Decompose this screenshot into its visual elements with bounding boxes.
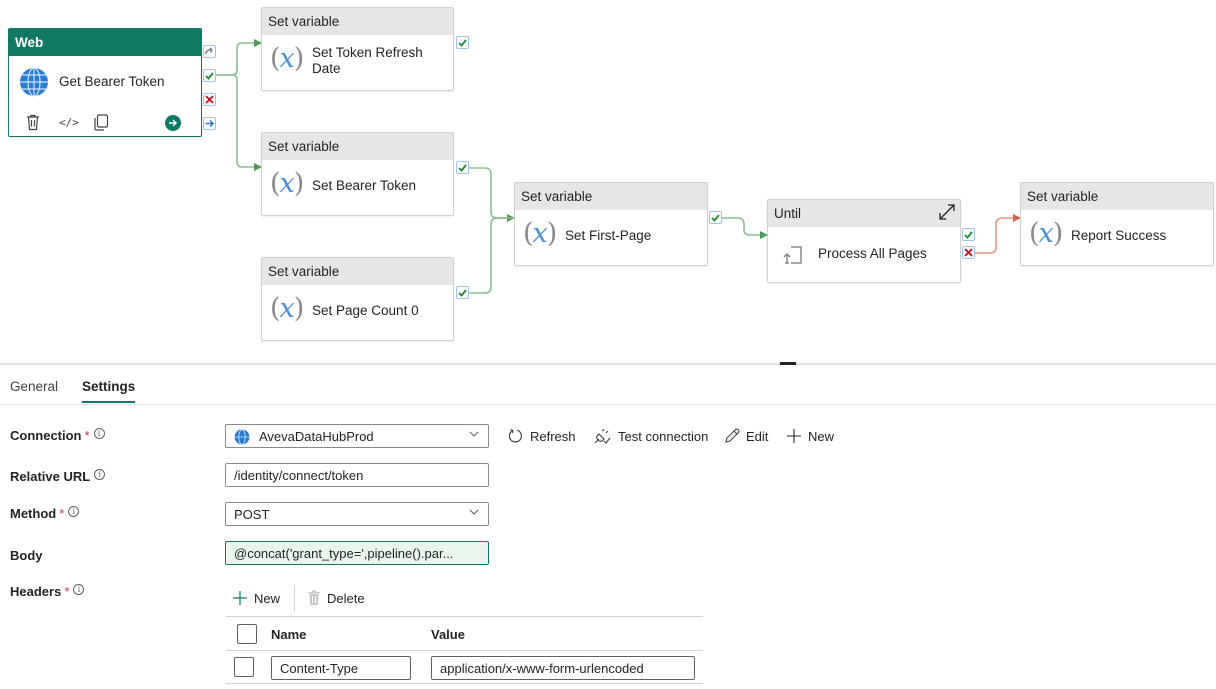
port-success[interactable] xyxy=(456,161,469,174)
required-marker: * xyxy=(64,584,70,599)
expand-icon[interactable] xyxy=(938,203,956,221)
headers-label: Headers * i xyxy=(10,584,85,599)
activity-type-label: Set variable xyxy=(262,8,453,35)
copy-icon[interactable] xyxy=(93,114,109,134)
column-header-value: Value xyxy=(431,627,465,642)
edge-until-to-report-success xyxy=(975,214,1021,254)
variable-icon: (x) xyxy=(270,293,304,324)
delete-header-button[interactable]: Delete xyxy=(307,590,365,606)
tab-general[interactable]: General xyxy=(10,379,58,403)
port-failure[interactable] xyxy=(962,246,975,259)
test-connection-button[interactable]: Test connection xyxy=(594,428,708,444)
body-expression-input[interactable]: @concat('grant_type=',pipeline().par... xyxy=(225,541,489,565)
activity-until-process-all-pages[interactable]: Until Process All Pages xyxy=(767,199,961,283)
port-success[interactable] xyxy=(203,69,216,82)
activity-name: Set First-Page xyxy=(565,228,652,243)
info-icon[interactable]: i xyxy=(73,584,85,595)
activity-name: Set Token Refresh Date xyxy=(312,45,423,76)
headers-toolbar: New Delete xyxy=(232,583,365,613)
required-marker: * xyxy=(84,428,90,443)
activity-web-get-bearer-token[interactable]: Web Get Bearer Token </> xyxy=(8,28,202,137)
connection-select[interactable]: AvevaDataHubProd xyxy=(225,424,489,448)
method-label: Method * i xyxy=(10,506,80,521)
activity-name: Set Page Count 0 xyxy=(312,303,419,318)
refresh-icon xyxy=(508,428,523,443)
edge-web-to-token-refresh xyxy=(216,39,262,76)
port-success[interactable] xyxy=(709,211,722,224)
activity-type-label: Set variable xyxy=(1021,183,1213,210)
activity-name: Set Bearer Token xyxy=(312,178,417,193)
port-completion[interactable] xyxy=(203,117,216,130)
activity-type-label: Until xyxy=(768,200,960,227)
relative-url-label: Relative URL i xyxy=(10,469,106,484)
edge-first-page-to-until xyxy=(722,217,768,239)
port-success[interactable] xyxy=(962,228,975,241)
new-header-button[interactable]: New xyxy=(232,590,280,606)
method-value: POST xyxy=(234,507,270,522)
properties-tabs: General Settings xyxy=(0,365,1216,405)
code-icon[interactable]: </> xyxy=(59,116,79,129)
activity-set-bearer-token[interactable]: Set variable (x) Set Bearer Token xyxy=(261,132,454,216)
activity-set-first-page[interactable]: Set variable (x) Set First-Page xyxy=(514,182,708,266)
header-name-input[interactable]: Content-Type xyxy=(271,656,411,680)
body-label: Body xyxy=(10,548,43,563)
chevron-down-icon xyxy=(468,506,480,521)
info-icon[interactable]: i xyxy=(94,469,106,480)
delete-icon[interactable] xyxy=(25,114,41,134)
plus-icon xyxy=(233,591,247,605)
required-marker: * xyxy=(59,506,65,521)
variable-icon: (x) xyxy=(270,168,304,199)
connection-value: AvevaDataHubProd xyxy=(259,429,374,444)
new-connection-button[interactable]: New xyxy=(786,428,834,444)
tab-settings[interactable]: Settings xyxy=(82,379,136,403)
select-all-checkbox[interactable] xyxy=(237,624,257,644)
info-icon[interactable]: i xyxy=(93,428,105,439)
activity-type-label: Web xyxy=(9,29,201,56)
globe-icon xyxy=(19,67,49,100)
delete-icon xyxy=(308,590,321,605)
port-failure[interactable] xyxy=(203,93,216,106)
activity-report-success[interactable]: Set variable (x) Report Success xyxy=(1020,182,1214,266)
pencil-icon xyxy=(725,428,740,443)
variable-icon: (x) xyxy=(523,218,557,249)
row-checkbox[interactable] xyxy=(234,657,254,677)
method-select[interactable]: POST xyxy=(225,502,489,526)
edge-pagecount-to-first-page xyxy=(469,217,514,294)
globe-icon xyxy=(234,429,250,447)
activity-type-label: Set variable xyxy=(262,258,453,285)
edit-connection-button[interactable]: Edit xyxy=(724,428,768,444)
activity-name: Process All Pages xyxy=(818,246,927,261)
edge-bearer-to-first-page xyxy=(469,167,515,222)
chevron-down-icon xyxy=(468,428,480,443)
pipeline-canvas[interactable]: Web Get Bearer Token </> Set variable (x… xyxy=(0,0,1216,363)
activity-type-label: Set variable xyxy=(262,133,453,160)
port-success[interactable] xyxy=(456,286,469,299)
variable-icon: (x) xyxy=(270,43,304,74)
plug-icon xyxy=(594,428,611,444)
table-header-row: Name Value xyxy=(226,616,703,650)
loop-icon xyxy=(782,244,804,269)
connection-label: Connection * i xyxy=(10,428,105,443)
activity-set-page-count-0[interactable]: Set variable (x) Set Page Count 0 xyxy=(261,257,454,341)
relative-url-input[interactable]: /identity/connect/token xyxy=(225,463,489,487)
table-row: Content-Type application/x-www-form-urle… xyxy=(226,650,703,684)
variable-icon: (x) xyxy=(1029,218,1063,249)
port-skip[interactable] xyxy=(203,45,216,58)
run-arrow-icon[interactable] xyxy=(165,115,181,134)
refresh-button[interactable]: Refresh xyxy=(508,428,576,444)
column-header-name: Name xyxy=(271,627,307,642)
activity-set-token-refresh-date[interactable]: Set variable (x) Set Token Refresh Date xyxy=(261,7,454,91)
headers-table: Name Value Content-Type application/x-ww… xyxy=(226,616,703,684)
info-icon[interactable]: i xyxy=(68,506,80,517)
activity-name: Report Success xyxy=(1071,228,1167,243)
edge-web-to-bearer-token xyxy=(216,74,262,171)
header-value-input[interactable]: application/x-www-form-urlencoded xyxy=(431,656,695,680)
port-success[interactable] xyxy=(456,36,469,49)
activity-name: Get Bearer Token xyxy=(59,74,165,89)
activity-type-label: Set variable xyxy=(515,183,707,210)
plus-icon xyxy=(787,429,801,443)
toolbar-divider xyxy=(294,585,296,611)
